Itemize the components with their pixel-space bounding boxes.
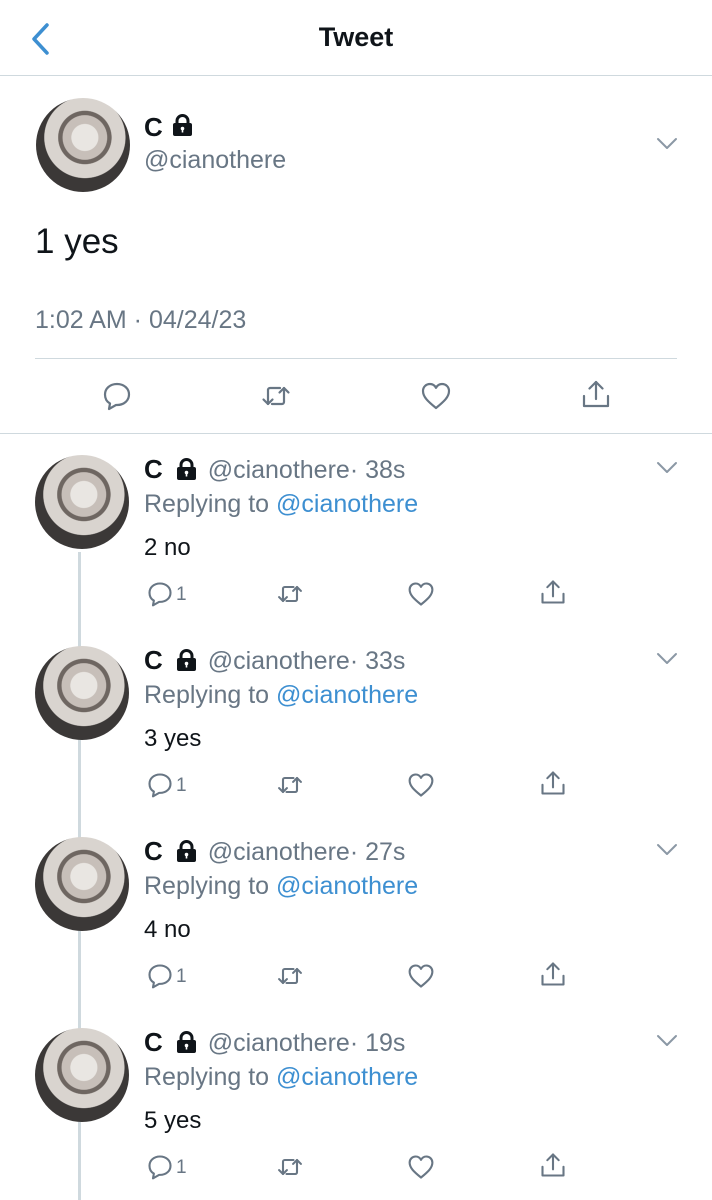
user-handle[interactable]: @cianothere <box>208 838 350 866</box>
page-title: Tweet <box>318 22 394 52</box>
retweet-icon[interactable] <box>276 771 304 799</box>
tweet-timestamp: 1:02 AM · 04/24/23 <box>35 306 247 334</box>
user-handle[interactable]: @cianothere <box>208 1029 350 1057</box>
lock-icon <box>176 840 197 862</box>
share-icon[interactable] <box>539 769 567 797</box>
divider <box>35 358 677 359</box>
replying-to-label: Replying to <box>144 681 277 709</box>
mention-link[interactable]: @cianothere <box>276 1063 418 1091</box>
replying-to-label: Replying to <box>144 1063 277 1091</box>
avatar[interactable] <box>35 646 129 740</box>
user-handle[interactable]: @cianothere <box>208 456 350 484</box>
reply-time: · 38s <box>349 456 406 484</box>
lock-icon <box>176 458 197 480</box>
reply-icon[interactable] <box>146 771 174 799</box>
like-icon[interactable] <box>420 380 452 412</box>
like-icon[interactable] <box>407 962 435 990</box>
tweet-text: 5 yes <box>144 1107 202 1134</box>
tweet-text: 2 no <box>144 534 191 561</box>
reply-count: 1 <box>176 1157 187 1178</box>
lock-icon <box>176 649 197 671</box>
replying-to: Replying to @cianothere <box>144 1063 418 1092</box>
replying-to: Replying to @cianothere <box>144 872 418 901</box>
mention-link[interactable]: @cianothere <box>276 490 418 518</box>
chevron-down-icon[interactable] <box>656 652 678 666</box>
reply-header: C @cianothere· 38s <box>144 454 405 485</box>
lock-icon <box>172 114 193 136</box>
tweet-text: 4 no <box>144 916 191 943</box>
reply-icon[interactable] <box>101 380 133 412</box>
reply-header: C @cianothere· 27s <box>144 836 405 867</box>
avatar[interactable] <box>36 98 130 192</box>
display-name[interactable]: C <box>144 1027 163 1057</box>
like-icon[interactable] <box>407 771 435 799</box>
reply-icon[interactable] <box>146 962 174 990</box>
display-name[interactable]: C <box>144 112 163 143</box>
share-icon[interactable] <box>539 578 567 606</box>
reply-header: C @cianothere· 33s <box>144 645 405 676</box>
avatar[interactable] <box>35 837 129 931</box>
share-icon[interactable] <box>539 960 567 988</box>
reply-tweet[interactable]: C @cianothere· 27s Replying to @cianothe… <box>0 832 712 1022</box>
display-name[interactable]: C <box>144 454 163 484</box>
share-icon[interactable] <box>539 1151 567 1179</box>
avatar[interactable] <box>35 455 129 549</box>
chevron-down-icon[interactable] <box>656 137 678 151</box>
tweet-text: 3 yes <box>144 725 202 752</box>
divider <box>0 433 712 434</box>
chevron-down-icon[interactable] <box>656 843 678 857</box>
chevron-down-icon[interactable] <box>656 461 678 475</box>
like-icon[interactable] <box>407 1153 435 1181</box>
reply-time: · 27s <box>349 838 406 866</box>
reply-count: 1 <box>176 775 187 796</box>
header-divider <box>0 75 712 76</box>
display-name[interactable]: C <box>144 836 163 866</box>
reply-tweet[interactable]: C @cianothere· 33s Replying to @cianothe… <box>0 641 712 831</box>
replying-to: Replying to @cianothere <box>144 681 418 710</box>
like-icon[interactable] <box>407 580 435 608</box>
replying-to-label: Replying to <box>144 872 277 900</box>
avatar[interactable] <box>35 1028 129 1122</box>
user-handle[interactable]: @cianothere <box>144 146 286 175</box>
reply-time: · 19s <box>349 1029 406 1057</box>
retweet-icon[interactable] <box>276 580 304 608</box>
tweet-text: 1 yes <box>35 222 119 261</box>
reply-tweet[interactable]: C @cianothere· 38s Replying to @cianothe… <box>0 450 712 640</box>
reply-count: 1 <box>176 584 187 605</box>
reply-icon[interactable] <box>146 580 174 608</box>
reply-time: · 33s <box>349 647 406 675</box>
reply-header: C @cianothere· 19s <box>144 1027 405 1058</box>
retweet-icon[interactable] <box>276 1153 304 1181</box>
retweet-icon[interactable] <box>260 380 292 412</box>
mention-link[interactable]: @cianothere <box>276 681 418 709</box>
mention-link[interactable]: @cianothere <box>276 872 418 900</box>
share-icon[interactable] <box>580 378 612 410</box>
reply-icon[interactable] <box>146 1153 174 1181</box>
replying-to-label: Replying to <box>144 490 277 518</box>
retweet-icon[interactable] <box>276 962 304 990</box>
chevron-down-icon[interactable] <box>656 1034 678 1048</box>
reply-count: 1 <box>176 966 187 987</box>
display-name[interactable]: C <box>144 645 163 675</box>
user-handle[interactable]: @cianothere <box>208 647 350 675</box>
replying-to: Replying to @cianothere <box>144 490 418 519</box>
lock-icon <box>176 1031 197 1053</box>
reply-tweet[interactable]: C @cianothere· 19s Replying to @cianothe… <box>0 1023 712 1200</box>
nav-header: Tweet <box>0 0 712 76</box>
